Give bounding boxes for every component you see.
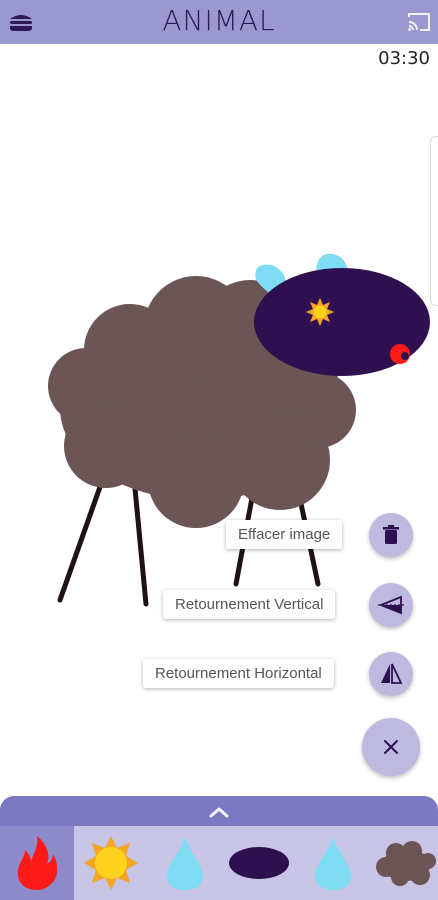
palette-water-drop-icon[interactable] <box>148 826 222 900</box>
trash-icon[interactable] <box>369 513 413 557</box>
palette-sun-icon[interactable] <box>74 826 148 900</box>
shape-palette <box>0 826 438 900</box>
cast-icon[interactable] <box>406 11 432 33</box>
close-icon[interactable] <box>362 718 420 776</box>
flip-horizontal-icon[interactable] <box>369 652 413 696</box>
palette-ellipse-icon[interactable] <box>222 826 296 900</box>
palette-water-drop-icon[interactable] <box>296 826 370 900</box>
drawing-canvas[interactable] <box>0 44 438 824</box>
palette-fire-icon[interactable] <box>0 826 74 900</box>
flip-vertical-label[interactable]: Retournement Vertical <box>163 590 336 619</box>
sun-sticker[interactable] <box>306 298 334 326</box>
app-title: ANIMAL <box>162 4 276 37</box>
palette-cloud-icon[interactable] <box>370 826 438 900</box>
fire-sticker[interactable] <box>390 344 410 364</box>
flip-horizontal-label[interactable]: Retournement Horizontal <box>143 659 334 688</box>
clear-image-label[interactable]: Effacer image <box>226 520 343 549</box>
chevron-up-icon[interactable] <box>207 804 231 820</box>
flip-vertical-icon[interactable] <box>369 583 413 627</box>
top-app-bar: ANIMAL <box>0 0 438 44</box>
